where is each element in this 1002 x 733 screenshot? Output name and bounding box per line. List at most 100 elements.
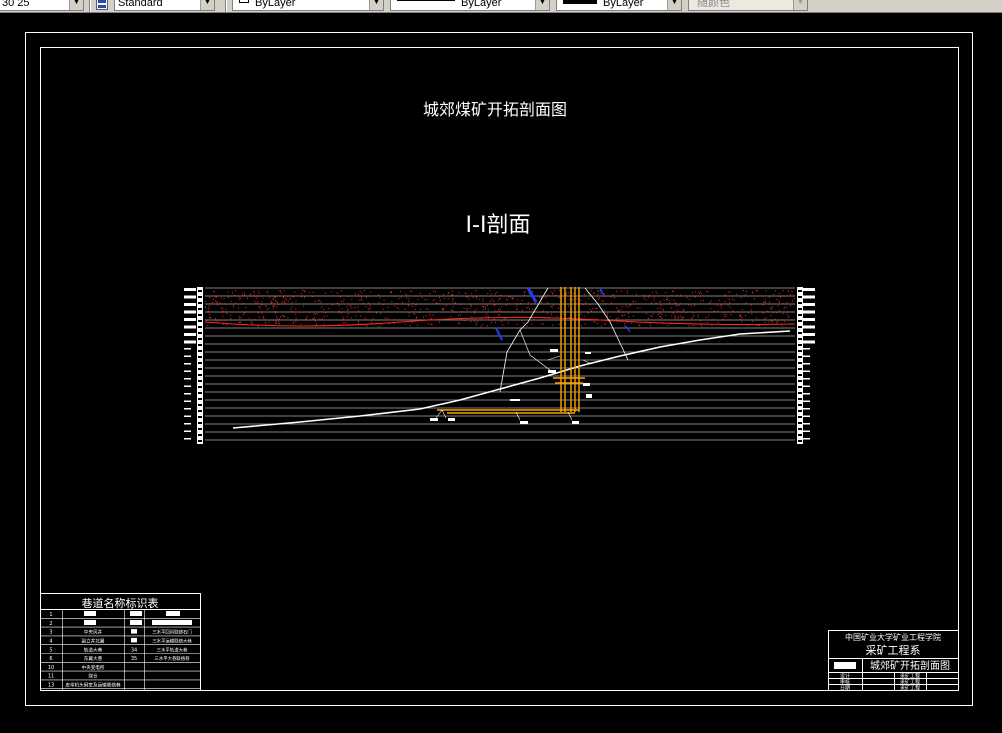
stratum-dot [274,311,276,312]
text-style-combo[interactable]: Standard ▼ [114,0,215,11]
stratum-dot [451,290,453,292]
stratum-dot [751,313,753,315]
stratum-dot [430,324,432,326]
stratum-dot [283,290,285,292]
stratum-dot [756,317,758,319]
stratum-dot [357,321,359,323]
scale-label [803,423,810,425]
stratum-dot [417,299,419,300]
stratum-dot [653,300,655,302]
stratum-dot [209,311,211,313]
scale-label [803,310,815,314]
stratum-dot [609,316,611,318]
stratum-dot [786,302,788,303]
stratum-dot [445,305,447,307]
stratum-dot [415,316,417,318]
stratum-dot [404,323,406,325]
stratum-dot [342,318,344,320]
stratum-dot [712,319,714,320]
scale-tick [798,362,802,364]
stratum-dot [637,307,639,309]
stratum-dot [790,305,791,307]
stratum-dot [724,301,726,303]
stratum-dot [276,322,277,324]
chevron-down-icon[interactable]: ▼ [369,0,383,10]
logo-block [834,662,856,669]
stratum-dot [542,310,544,312]
lineweight-combo[interactable]: ByLayer ▼ [556,0,682,11]
stratum-dot [230,300,232,302]
stratum-dot [686,297,688,298]
stratum-dot [470,304,472,306]
stratum-dot [332,295,334,297]
stratum-dot [722,318,724,320]
inner-border [40,47,959,691]
stratum-dot [587,293,589,295]
stratum-dot [729,291,731,293]
stratum-dot [295,321,297,323]
stratum-dot [375,295,377,297]
stratum-dot [499,298,501,299]
chevron-down-icon[interactable]: ▼ [793,0,807,10]
stratum-dot [476,323,478,325]
stratum-dot [233,294,235,296]
stratum-dot [498,309,499,311]
stratum-dot [789,295,791,297]
stratum-dot [447,292,449,294]
stratum-dot [303,305,304,307]
stratum-dot [394,305,396,307]
stratum-dot [234,290,236,292]
stratum-dot [339,324,341,325]
chevron-down-icon[interactable]: ▼ [200,0,214,10]
stratum-dot [505,304,507,306]
stratum-dot [741,321,743,323]
stratum-dot [364,317,366,319]
linetype-combo[interactable]: ByLayer ▼ [390,0,550,11]
stratum-dot [309,291,310,293]
chevron-down-icon[interactable]: ▼ [667,0,681,10]
stratum-dot [452,301,454,303]
stratum-dot [360,315,362,317]
scale-combo[interactable]: 30 25 ▼ [0,0,84,11]
layer-combo[interactable]: ByLayer ▼ [232,0,384,11]
stratum-dot [732,310,734,312]
stratum-dot [470,293,472,295]
scale-label [184,295,196,299]
stratum-dot [604,324,606,326]
stratum-dot [254,300,256,302]
stratum-dot [490,293,492,295]
stratum-dot [674,316,676,318]
stratum-dot [393,323,395,324]
stratum-dot [483,306,485,308]
stratum-dot [671,294,673,296]
legend-row-number: 2 [49,621,52,627]
stratum-dot [414,313,416,315]
cad-drawing-area[interactable]: 城郊煤矿开拓剖面图 I-I剖面 巷道名称标识表 123456101113中央风井… [0,13,1002,733]
stratum-dot [467,296,469,298]
stratum-dot [552,292,554,294]
stratum-dot [683,309,685,311]
stratum-dot [635,301,637,302]
scale-tick [198,290,202,292]
stratum-dot [424,299,426,301]
stratum-dot [389,319,391,321]
chevron-down-icon[interactable]: ▼ [69,0,83,10]
scale-label [184,385,191,387]
stratum-dot [213,291,215,293]
color-combo[interactable]: 随颜色 ▼ [688,0,808,11]
stratum-dot [354,293,356,295]
stratum-dot [515,319,517,321]
chevron-down-icon[interactable]: ▼ [535,0,549,10]
stratum-dot [361,292,363,294]
scale-tick [798,290,802,292]
stratum-dot [371,321,372,323]
stratum-dot [278,318,280,320]
stratum-dot [528,308,530,310]
stratum-dot [532,308,533,310]
stratum-dot [222,316,224,318]
stratum-dot [380,313,382,314]
text-style-icon[interactable] [96,0,108,10]
stratum-dot [408,300,409,302]
stratum-dot [443,308,445,309]
stratum-dot [475,298,477,300]
